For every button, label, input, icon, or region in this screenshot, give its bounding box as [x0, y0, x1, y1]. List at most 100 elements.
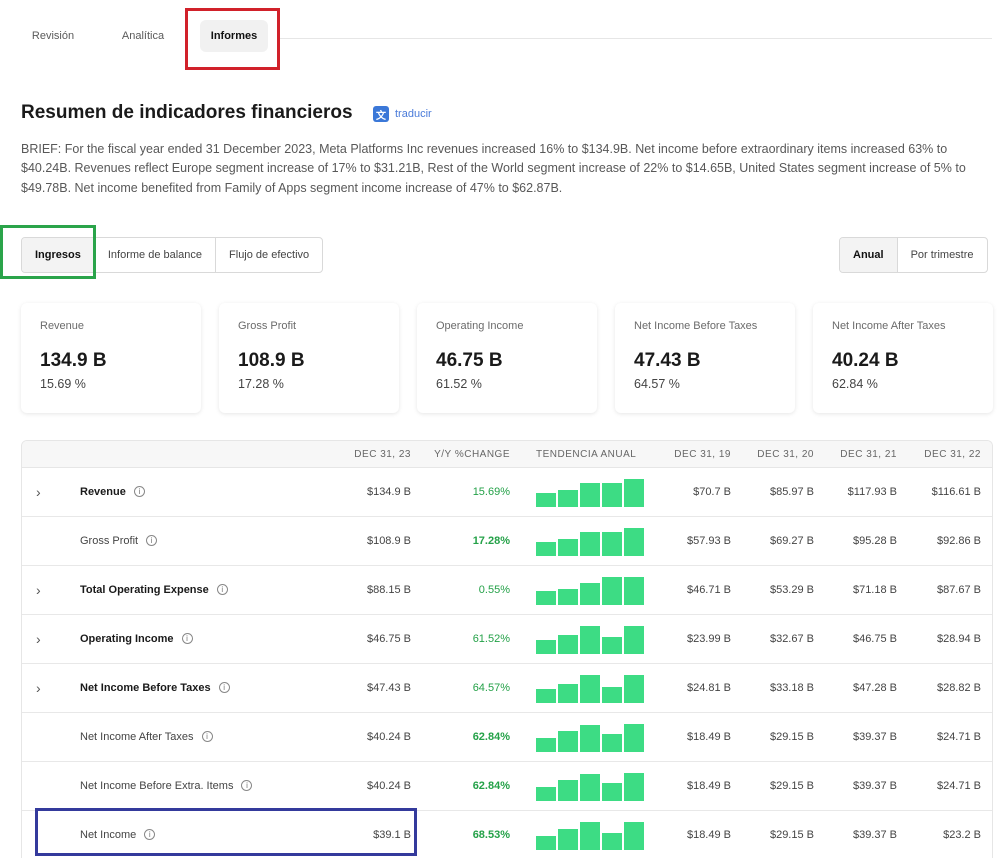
- table-row: Net Income After Taxes i $40.24 B $18.49 B $…: [22, 713, 992, 762]
- cell-dec-22: $92.86 B: [936, 535, 981, 547]
- info-icon[interactable]: i: [241, 780, 253, 791]
- cell-dec-20: $33.18 B: [769, 682, 814, 694]
- annual-trend-sparkline: [536, 664, 646, 713]
- tab-ingresos[interactable]: Ingresos: [22, 238, 95, 272]
- cell-dec-22: $23.2 B: [943, 829, 981, 841]
- top-tab-bar: Revisión Analítica Informes: [0, 0, 997, 70]
- tab-informe-de-balance[interactable]: Informe de balance: [95, 238, 217, 272]
- translate-label: traducir: [395, 108, 432, 120]
- trend-bar: [536, 836, 556, 850]
- statement-selector: Ingresos Informe de balance Flujo de efe…: [21, 237, 324, 273]
- cell-dec-19: $57.93 B: [686, 535, 731, 547]
- info-icon[interactable]: i: [146, 535, 158, 546]
- trend-bar: [558, 731, 578, 752]
- cell-dec-23: $134.9 B: [366, 486, 411, 498]
- cell-dec-21: $46.75 B: [852, 633, 897, 645]
- cell-dec-22: $24.71 B: [936, 731, 981, 743]
- cell-dec-23: $88.15 B: [366, 584, 411, 596]
- trend-bar: [624, 626, 644, 654]
- tab-anual[interactable]: Anual: [840, 238, 898, 272]
- info-icon[interactable]: i: [181, 633, 193, 644]
- cell-dec-21: $95.28 B: [852, 535, 897, 547]
- card-net-income-before-taxes: Net Income Before Taxes 47.43 B 64.57 %: [615, 303, 795, 413]
- row-label: Net Income Before Taxes i: [80, 664, 230, 713]
- card-label: Gross Profit: [238, 320, 297, 332]
- cell-dec-19: $18.49 B: [686, 780, 731, 792]
- trend-bar: [602, 483, 622, 507]
- tab-revision[interactable]: Revisión: [20, 20, 86, 52]
- annual-trend-sparkline: [536, 811, 646, 858]
- table-row[interactable]: › Net Income Before Taxes i $47.43 B $24.81 …: [22, 664, 992, 713]
- table-row: Net Income Before Extra. Items i $40.24 B $…: [22, 762, 992, 811]
- expand-chevron-icon[interactable]: ›: [36, 566, 41, 615]
- cell-dec-19: $46.71 B: [686, 584, 731, 596]
- cell-dec-19: $24.81 B: [686, 682, 731, 694]
- trend-bar: [602, 783, 622, 801]
- trend-bar: [624, 577, 644, 605]
- expand-chevron-icon[interactable]: ›: [36, 664, 41, 713]
- cell-dec-21: $39.37 B: [852, 829, 897, 841]
- row-label-text: Net Income Before Taxes: [80, 682, 211, 694]
- cell-yoy-change: 62.84%: [472, 731, 510, 743]
- col-header-dec-19[interactable]: DEC 31, 19: [652, 441, 731, 468]
- brief-summary: BRIEF: For the fiscal year ended 31 Dece…: [21, 142, 966, 195]
- info-icon[interactable]: i: [216, 584, 228, 595]
- cell-yoy-change: 15.69%: [472, 486, 510, 498]
- col-header-dec-21[interactable]: DEC 31, 21: [817, 441, 897, 468]
- cell-dec-23: $46.75 B: [366, 633, 411, 645]
- trend-bar: [602, 532, 622, 556]
- annual-trend-sparkline: [536, 615, 646, 664]
- cell-dec-21: $47.28 B: [852, 682, 897, 694]
- trend-bar: [536, 591, 556, 605]
- col-header-dec-20[interactable]: DEC 31, 20: [734, 441, 814, 468]
- info-icon[interactable]: i: [144, 829, 156, 840]
- annual-trend-sparkline: [536, 713, 646, 762]
- financial-table: DEC 31, 23 Y/Y %CHANGE TENDENCIA ANUAL D…: [21, 440, 993, 858]
- trend-bar: [558, 683, 578, 703]
- trend-bar: [624, 822, 644, 850]
- expand-chevron-icon[interactable]: ›: [36, 615, 41, 664]
- trend-bar: [624, 675, 644, 703]
- info-icon[interactable]: i: [218, 682, 230, 693]
- card-value: 108.9 B: [238, 350, 305, 371]
- period-selector: Anual Por trimestre: [839, 237, 988, 273]
- cell-dec-23: $40.24 B: [366, 731, 411, 743]
- trend-bar: [558, 588, 578, 605]
- translate-icon: 文: [373, 106, 389, 122]
- card-operating-income: Operating Income 46.75 B 61.52 %: [417, 303, 597, 413]
- card-percent: 17.28 %: [238, 377, 284, 391]
- tab-analitica[interactable]: Analítica: [108, 20, 178, 52]
- table-row[interactable]: › Operating Income i $46.75 B $23.99 B $32.67…: [22, 615, 992, 664]
- trend-bar: [580, 822, 600, 850]
- card-value: 134.9 B: [40, 350, 107, 371]
- tab-por-trimestre[interactable]: Por trimestre: [898, 238, 987, 272]
- cell-dec-22: $87.67 B: [936, 584, 981, 596]
- cell-yoy-change: 17.28%: [472, 535, 510, 547]
- cell-dec-20: $29.15 B: [769, 829, 814, 841]
- row-label-text: Operating Income: [80, 633, 174, 645]
- cell-dec-22: $24.71 B: [936, 780, 981, 792]
- col-header-dec-22[interactable]: DEC 31, 22: [900, 441, 981, 468]
- trend-bar: [624, 724, 644, 752]
- info-icon[interactable]: i: [133, 486, 145, 497]
- card-label: Net Income After Taxes: [832, 320, 946, 332]
- translate-link[interactable]: 文 traducir: [373, 106, 432, 122]
- card-percent: 64.57 %: [634, 377, 680, 391]
- expand-chevron-icon[interactable]: ›: [36, 468, 41, 517]
- col-header-dec-23[interactable]: DEC 31, 23: [322, 441, 411, 468]
- card-value: 40.24 B: [832, 350, 899, 371]
- cell-dec-21: $117.93 B: [847, 486, 897, 498]
- trend-bar: [624, 479, 644, 507]
- tab-informes[interactable]: Informes: [200, 20, 268, 52]
- col-header-yoy-change[interactable]: Y/Y %CHANGE: [422, 441, 510, 468]
- cell-dec-20: $85.97 B: [769, 486, 814, 498]
- col-header-tendencia: TENDENCIA ANUAL: [536, 449, 637, 460]
- cell-yoy-change: 68.53%: [472, 829, 510, 841]
- cell-dec-20: $29.15 B: [769, 731, 814, 743]
- info-icon[interactable]: i: [201, 731, 213, 742]
- cell-yoy-change: 0.55%: [478, 584, 510, 596]
- tab-flujo-de-efectivo[interactable]: Flujo de efectivo: [216, 238, 322, 272]
- table-row[interactable]: › Total Operating Expense i $88.15 B $46.71 …: [22, 566, 992, 615]
- trend-bar: [580, 531, 600, 556]
- table-row[interactable]: › Revenue i $134.9 B $70.7 B $85.97 B $117.93 …: [22, 468, 992, 517]
